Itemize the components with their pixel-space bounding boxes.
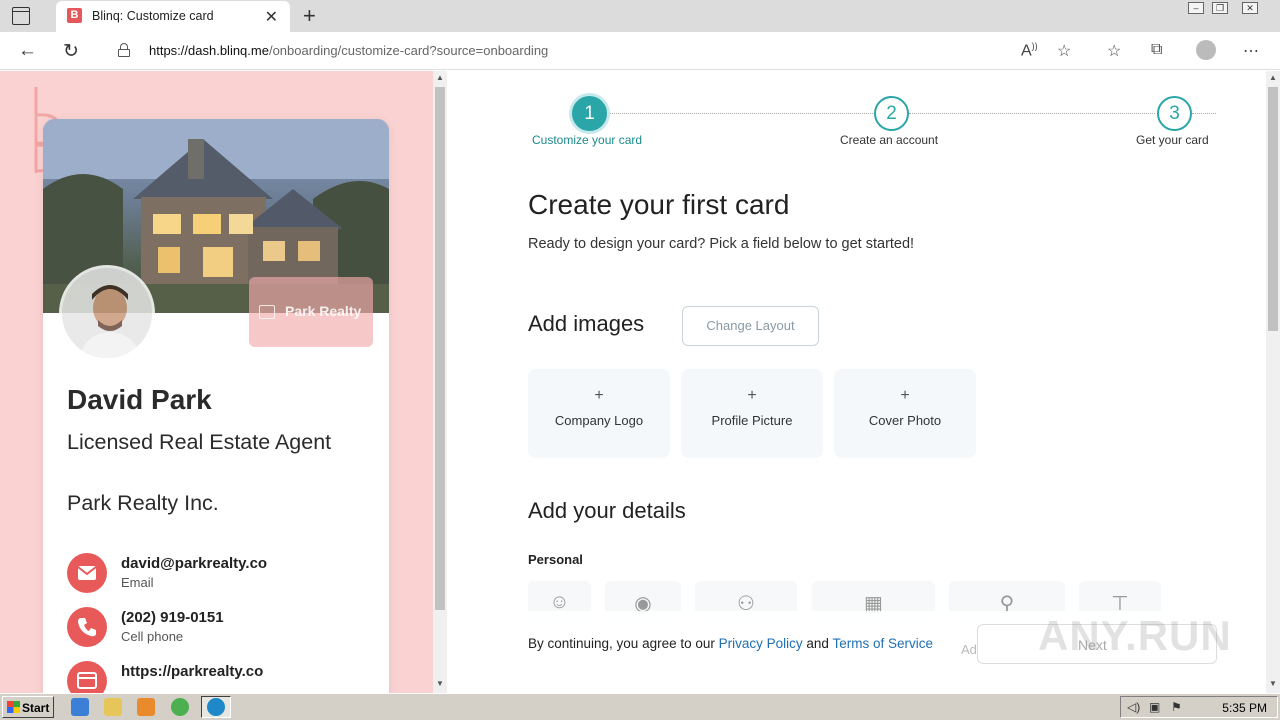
step-connector <box>1192 113 1216 114</box>
explorer-folder-icon[interactable] <box>104 698 122 716</box>
contact-row-email[interactable]: david@parkrealty.co Email <box>67 553 367 597</box>
personal-section-label: Personal <box>528 552 583 567</box>
screen: { "browser": { "tab_title": "Blinq: Cust… <box>0 0 1280 720</box>
volume-icon[interactable]: ◁) <box>1127 700 1140 714</box>
privacy-policy-link[interactable]: Privacy Policy <box>719 636 803 651</box>
page-subtitle: Ready to design your card? Pick a field … <box>528 236 915 252</box>
change-layout-button[interactable]: Change Layout <box>682 306 819 346</box>
step-connector <box>607 113 873 114</box>
tile-label: Company Logo <box>554 413 644 428</box>
card-company: Park Realty Inc. <box>67 491 219 515</box>
page-title: Create your first card <box>528 189 790 220</box>
page-scrollbar[interactable]: ▲ ▼ <box>1266 71 1280 693</box>
browser-address-bar: ← ↻ https://dash.blinq.me/onboarding/cus… <box>0 32 1280 70</box>
contact-value: david@parkrealty.co <box>121 555 268 572</box>
url-text[interactable]: https://dash.blinq.me/onboarding/customi… <box>149 43 548 58</box>
partial-text: Ad <box>961 642 977 657</box>
legal-prefix: By continuing, you agree to our <box>528 636 719 651</box>
add-images-heading: Add images <box>528 311 645 336</box>
tab-actions-icon[interactable] <box>12 7 30 25</box>
lock-icon[interactable] <box>118 43 130 57</box>
profile-picture[interactable] <box>59 265 155 361</box>
onboarding-panel: 1 Customize your card 2 Create an accoun… <box>447 71 1266 693</box>
card-job-title: Licensed Real Estate Agent <box>67 430 332 454</box>
legal-notice: By continuing, you agree to our Privacy … <box>528 636 933 651</box>
terms-of-service-link[interactable]: Terms of Service <box>832 636 933 651</box>
start-label: Start <box>22 701 50 715</box>
scroll-up-arrow-icon[interactable]: ▲ <box>433 73 447 82</box>
scroll-up-arrow-icon[interactable]: ▲ <box>1266 73 1280 82</box>
card-preview-panel: Park Realty David Park Licensed Real Est… <box>0 71 433 693</box>
favorites-icon[interactable]: ☆ <box>1107 41 1121 61</box>
profile-avatar-icon[interactable] <box>1196 40 1216 60</box>
company-logo-slot[interactable]: Park Realty <box>249 277 373 347</box>
cover-photo-tile[interactable]: + Cover Photo <box>834 369 976 458</box>
contact-value: https://parkrealty.co <box>121 663 264 680</box>
add-favorite-icon[interactable]: ☆ <box>1057 41 1071 61</box>
step-connector <box>909 113 1155 114</box>
contact-value: (202) 919-0151 <box>121 609 224 626</box>
contact-row-phone[interactable]: (202) 919-0151 Cell phone <box>67 607 367 651</box>
phone-icon <box>67 607 107 647</box>
plus-icon: + <box>747 387 757 404</box>
image-icon <box>259 305 275 319</box>
step-3-indicator: 3 <box>1157 96 1192 131</box>
plus-icon: + <box>900 387 910 404</box>
contact-label: Cell phone <box>121 629 184 644</box>
back-arrow-icon[interactable]: ← <box>18 40 37 62</box>
contact-label: Email <box>121 575 154 590</box>
tile-label: Profile Picture <box>711 413 793 428</box>
restore-button[interactable]: ❐ <box>1212 2 1228 14</box>
scrollbar-thumb[interactable] <box>1268 87 1278 331</box>
chrome-icon[interactable] <box>171 698 189 716</box>
blinq-favicon-icon: B <box>67 8 82 23</box>
tile-label: Cover Photo <box>868 413 942 428</box>
business-card-preview: Park Realty David Park Licensed Real Est… <box>43 119 389 693</box>
browser-tab-bar: B Blinq: Customize card ✕ + – ❐ ✕ <box>0 0 1280 32</box>
contact-row-website[interactable]: https://parkrealty.co <box>67 661 367 693</box>
collections-icon[interactable]: ⧉ <box>1151 41 1162 59</box>
media-player-icon[interactable] <box>137 698 155 716</box>
scroll-down-arrow-icon[interactable]: ▼ <box>433 679 447 688</box>
add-details-heading: Add your details <box>528 498 686 523</box>
read-aloud-icon[interactable]: A)) <box>1021 41 1038 60</box>
clock: 5:35 PM <box>1222 701 1267 715</box>
step-2-indicator: 2 <box>874 96 909 131</box>
tab-close-icon[interactable]: ✕ <box>265 7 278 27</box>
email-icon <box>67 553 107 593</box>
minimize-button[interactable]: – <box>1188 2 1204 14</box>
step-2-label: Create an account <box>840 133 939 147</box>
anyrun-watermark: ANY.RUN <box>1038 612 1232 659</box>
scroll-down-arrow-icon[interactable]: ▼ <box>1266 679 1280 688</box>
preview-scrollbar[interactable]: ▲ ▼ <box>433 71 447 693</box>
window-close-button[interactable]: ✕ <box>1242 2 1258 14</box>
edge-icon <box>207 698 225 716</box>
new-tab-button[interactable]: + <box>303 3 316 29</box>
windows-taskbar: Start ◁) ▣ ⚑ 5:35 PM <box>0 693 1280 720</box>
step-1-label: Customize your card <box>532 133 643 147</box>
ie-icon[interactable] <box>71 698 89 716</box>
refresh-icon[interactable]: ↻ <box>63 40 79 63</box>
card-name: David Park <box>67 384 212 415</box>
start-button[interactable]: Start <box>2 696 54 718</box>
system-tray: ◁) ▣ ⚑ 5:35 PM <box>1120 696 1278 718</box>
logo-placeholder-text: Park Realty <box>285 303 362 319</box>
step-3-label: Get your card <box>1136 133 1209 147</box>
person-photo <box>62 268 152 358</box>
edge-taskbar-button[interactable] <box>201 696 231 718</box>
plus-icon: + <box>594 387 604 404</box>
website-icon <box>67 661 107 693</box>
browser-tab[interactable]: B Blinq: Customize card ✕ <box>56 1 290 32</box>
flag-icon[interactable]: ⚑ <box>1171 700 1182 714</box>
step-1-indicator: 1 <box>572 96 607 131</box>
tab-title: Blinq: Customize card <box>92 9 214 23</box>
windows-logo-icon <box>7 701 20 713</box>
url-field[interactable]: https://dash.blinq.me/onboarding/customi… <box>100 36 1090 66</box>
legal-and: and <box>802 636 833 651</box>
scrollbar-thumb[interactable] <box>435 87 445 610</box>
profile-picture-tile[interactable]: + Profile Picture <box>681 369 823 458</box>
network-icon[interactable]: ▣ <box>1149 700 1160 714</box>
company-logo-tile[interactable]: + Company Logo <box>528 369 670 458</box>
more-menu-icon[interactable]: ⋯ <box>1243 41 1259 61</box>
